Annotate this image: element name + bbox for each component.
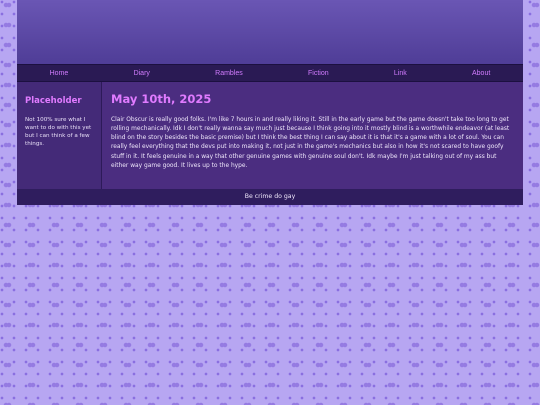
nav-link-fiction[interactable]: Fiction (308, 70, 329, 77)
site-container: Home Diary Rambles Fiction Link About Pl… (17, 0, 523, 205)
footer: Be crime do gay (17, 189, 523, 205)
post-body: Clair Obscur is really good folks. I'm l… (111, 117, 510, 169)
nav-link-about[interactable]: About (472, 70, 490, 77)
sidebar: Placeholder Not 100% sure what I want to… (17, 82, 101, 189)
nav-link-diary[interactable]: Diary (134, 70, 150, 77)
sidebar-title: Placeholder (25, 96, 82, 106)
main-nav: Home Diary Rambles Fiction Link About (17, 64, 523, 82)
header-banner (17, 0, 523, 64)
post-date: May 10th, 2025 (111, 92, 212, 106)
footer-text: Be crime do gay (244, 193, 296, 200)
nav-link-rambles[interactable]: Rambles (215, 70, 243, 77)
nav-link-link[interactable]: Link (394, 70, 407, 77)
main-area: Placeholder Not 100% sure what I want to… (17, 82, 523, 189)
nav-link-home[interactable]: Home (50, 70, 69, 77)
post-content: May 10th, 2025 Clair Obscur is really go… (101, 82, 523, 189)
sidebar-text: Not 100% sure what I want to do with thi… (25, 117, 92, 148)
